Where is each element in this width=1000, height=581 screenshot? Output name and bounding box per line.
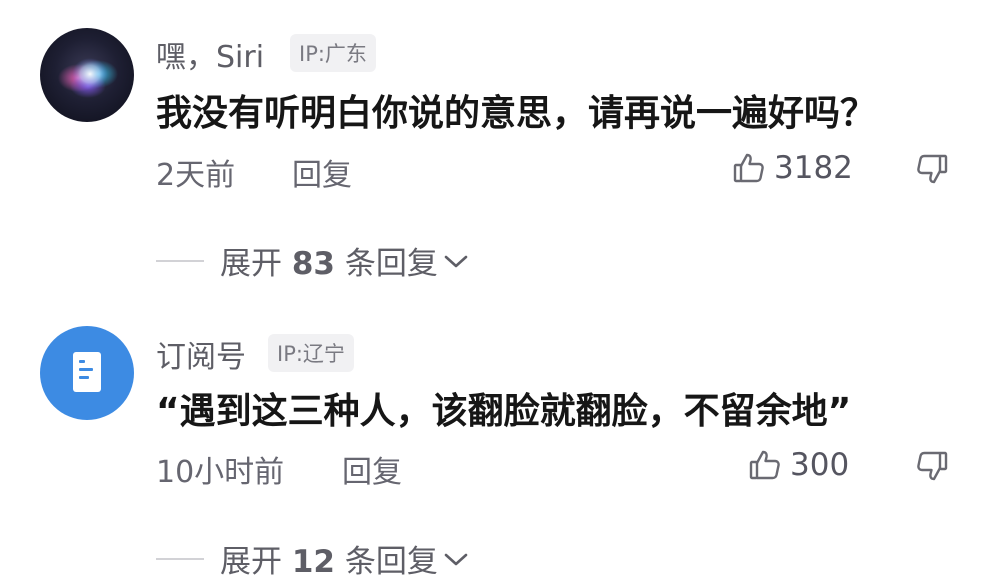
comment-text: “遇到这三种人，该翻脸就翻脸，不留余地” xyxy=(156,391,852,432)
expand-prefix: 展开 xyxy=(220,544,282,580)
comment-username[interactable]: 嘿，Siri xyxy=(156,32,264,76)
thumbs-down-icon xyxy=(917,451,948,481)
expand-replies-label: 展开 12 条回复 xyxy=(220,536,438,581)
like-count: 300 xyxy=(790,447,850,483)
dislike-button[interactable] xyxy=(915,152,949,190)
document-icon xyxy=(73,352,101,392)
comment-time: 10小时前 xyxy=(156,455,285,490)
thumbs-up-icon xyxy=(733,153,764,183)
comment-item: 订阅号 IP:辽宁 “遇到这三种人，该翻脸就翻脸，不留余地” 10小时前 回复 … xyxy=(0,290,1000,581)
reply-button[interactable]: 回复 xyxy=(342,447,402,491)
like-button[interactable]: 300 xyxy=(748,447,849,483)
comment-username[interactable]: 订阅号 xyxy=(156,332,246,376)
chevron-down-icon xyxy=(444,553,468,565)
reply-button[interactable]: 回复 xyxy=(292,150,352,194)
avatar[interactable] xyxy=(40,28,134,122)
comment-time: 2天前 xyxy=(156,158,236,193)
ip-location-badge: IP:辽宁 xyxy=(268,334,354,372)
divider-line xyxy=(156,259,204,262)
like-button[interactable]: 3182 xyxy=(732,150,853,186)
expand-replies-button[interactable]: 展开 83 条回复 xyxy=(156,238,470,283)
expand-prefix: 展开 xyxy=(220,246,282,282)
comment-text: 我没有听明白你说的意思，请再说一遍好吗？ xyxy=(156,93,877,134)
expand-suffix: 条回复 xyxy=(344,246,438,282)
thumbs-down-icon xyxy=(917,154,948,184)
divider-line xyxy=(156,557,204,560)
expand-reply-count: 83 xyxy=(291,246,335,282)
expand-replies-label: 展开 83 条回复 xyxy=(220,238,438,283)
thumbs-up-icon xyxy=(749,450,780,480)
expand-reply-count: 12 xyxy=(291,544,335,580)
dislike-button[interactable] xyxy=(915,449,949,487)
siri-orb-icon xyxy=(58,58,118,98)
like-count: 3182 xyxy=(774,150,853,186)
expand-replies-button[interactable]: 展开 12 条回复 xyxy=(156,536,470,581)
avatar[interactable] xyxy=(40,326,134,420)
expand-suffix: 条回复 xyxy=(344,544,438,580)
chevron-down-icon xyxy=(444,255,468,267)
ip-location-badge: IP:广东 xyxy=(290,34,376,72)
comment-item: 嘿，Siri IP:广东 我没有听明白你说的意思，请再说一遍好吗？ 2天前 回复… xyxy=(0,0,1000,290)
